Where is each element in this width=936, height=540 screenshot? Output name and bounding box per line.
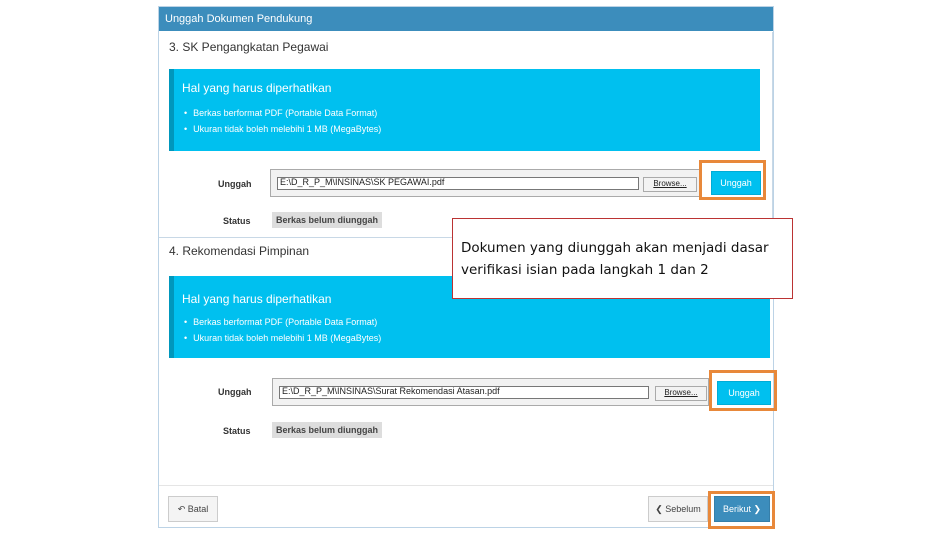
notice-item: Berkas berformat PDF (Portable Data Form… <box>184 105 381 121</box>
previous-label: Sebelum <box>665 504 701 514</box>
file-input[interactable]: E:\D_R_P_M\INSINAS\Surat Rekomendasi Ata… <box>272 378 709 406</box>
file-path-field[interactable]: E:\D_R_P_M\INSINAS\Surat Rekomendasi Ata… <box>279 386 649 399</box>
cancel-button[interactable]: ↶ Batal <box>168 496 218 522</box>
notice-item: Ukuran tidak boleh melebihi 1 MB (MegaBy… <box>184 330 381 346</box>
panel-title: Unggah Dokumen Pendukung <box>159 7 773 31</box>
panel-footer: ↶ Batal ❮ Sebelum Berikut ❯ <box>159 485 775 529</box>
status-badge: Berkas belum diunggah <box>272 422 383 438</box>
chevron-left-icon: ❮ <box>655 504 663 514</box>
browse-button[interactable]: Browse... <box>643 177 697 192</box>
section-title: 4. Rekomendasi Pimpinan <box>169 244 310 258</box>
section-sk-pengangkatan: 3. SK Pengangkatan Pegawai Hal yang haru… <box>159 32 773 238</box>
notice-box: Hal yang harus diperhatikan Berkas berfo… <box>169 69 760 151</box>
undo-icon: ↶ <box>177 504 186 514</box>
status-label: Status <box>223 426 251 436</box>
section-title: 3. SK Pengangkatan Pegawai <box>169 40 329 54</box>
previous-button[interactable]: ❮ Sebelum <box>648 496 708 522</box>
upload-label: Unggah <box>218 179 252 189</box>
file-path-field[interactable]: E:\D_R_P_M\INSINAS\SK PEGAWAI.pdf <box>277 177 639 190</box>
browse-button[interactable]: Browse... <box>655 386 707 401</box>
cancel-label: Batal <box>187 504 209 514</box>
notice-title: Hal yang harus diperhatikan <box>182 81 332 95</box>
notice-item: Ukuran tidak boleh melebihi 1 MB (MegaBy… <box>184 121 381 137</box>
status-label: Status <box>223 216 251 226</box>
notice-list: Berkas berformat PDF (Portable Data Form… <box>184 314 381 346</box>
upload-button-highlight <box>709 370 777 411</box>
file-input[interactable]: E:\D_R_P_M\INSINAS\SK PEGAWAI.pdf Browse… <box>270 169 700 197</box>
next-button-highlight <box>708 491 775 529</box>
annotation-callout: Dokumen yang diunggah akan menjadi dasar… <box>452 218 793 299</box>
notice-item: Berkas berformat PDF (Portable Data Form… <box>184 314 381 330</box>
upload-label: Unggah <box>218 387 252 397</box>
upload-button-highlight <box>699 160 766 200</box>
status-badge: Berkas belum diunggah <box>272 212 383 228</box>
notice-list: Berkas berformat PDF (Portable Data Form… <box>184 105 381 137</box>
notice-title: Hal yang harus diperhatikan <box>182 292 332 306</box>
